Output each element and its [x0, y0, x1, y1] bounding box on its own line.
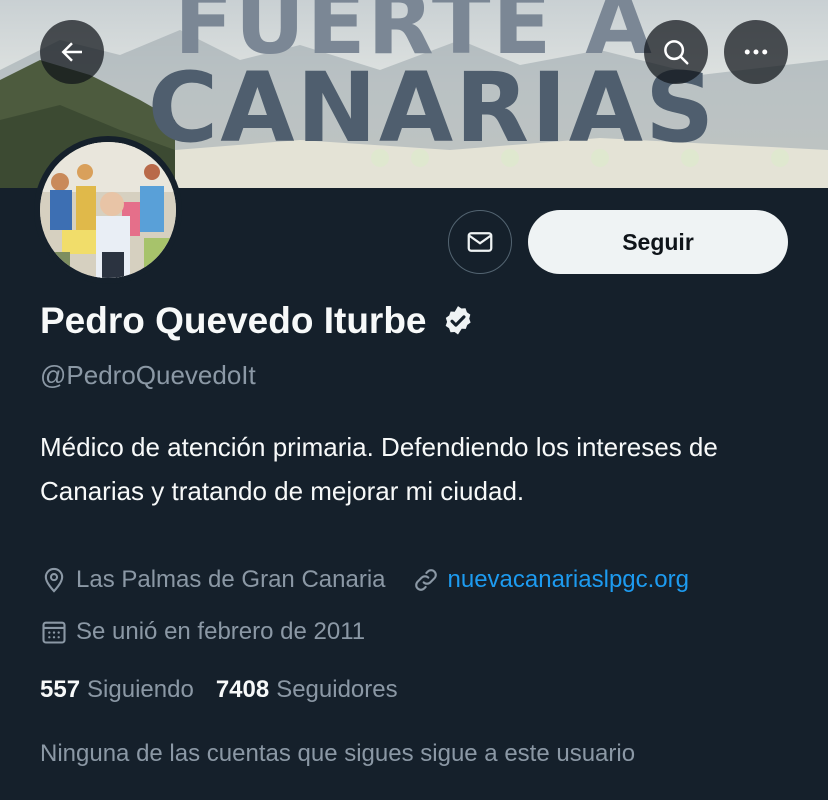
profile-handle: @PedroQuevedoIt	[40, 360, 256, 390]
profile-meta-location-row: Las Palmas de Gran Canaria nuevacanarias…	[40, 566, 689, 594]
verified-badge-icon[interactable]	[441, 304, 475, 338]
followers-you-know-note: Ninguna de las cuentas que sigues sigue …	[40, 740, 636, 767]
ellipsis-icon	[744, 49, 768, 55]
profile-meta-joined-row: Se unió en febrero de 2011	[40, 618, 365, 646]
avatar-image	[40, 142, 176, 278]
profile-location: Las Palmas de Gran Canaria	[76, 566, 386, 593]
search-button[interactable]	[644, 20, 708, 84]
profile-bio: Médico de atención primaria. Defendiendo…	[40, 432, 718, 506]
website-link[interactable]: nuevacanariaslpgc.org	[448, 566, 690, 594]
profile-joined-date: Se unió en febrero de 2011	[76, 618, 366, 645]
more-options-button[interactable]	[724, 20, 788, 84]
follow-button[interactable]: Seguir	[528, 210, 788, 274]
profile-stats: 557 Siguiendo 7408 Seguidores	[40, 676, 398, 704]
back-button[interactable]	[40, 20, 104, 84]
followers-count: 7408	[215, 676, 270, 703]
profile-display-name: Pedro Quevedo Iturbe	[40, 300, 475, 342]
envelope-icon	[467, 232, 493, 252]
location-pin-icon	[40, 566, 68, 594]
profile-website[interactable]: nuevacanariaslpgc.org	[412, 566, 690, 594]
profile-avatar[interactable]	[34, 136, 182, 284]
calendar-icon	[40, 618, 68, 646]
following-stat[interactable]: 557 Siguiendo	[40, 676, 194, 704]
followers-label: Seguidores	[276, 676, 398, 703]
link-icon	[412, 566, 440, 594]
arrow-left-icon	[61, 42, 82, 62]
following-count: 557	[40, 676, 81, 703]
followers-stat[interactable]: 7408 Seguidores	[216, 676, 398, 704]
following-label: Siguiendo	[87, 676, 194, 703]
message-button[interactable]	[448, 210, 512, 274]
avatar-photo	[40, 142, 176, 278]
search-icon	[664, 40, 689, 65]
display-name-text: Pedro Quevedo Iturbe	[40, 300, 427, 341]
